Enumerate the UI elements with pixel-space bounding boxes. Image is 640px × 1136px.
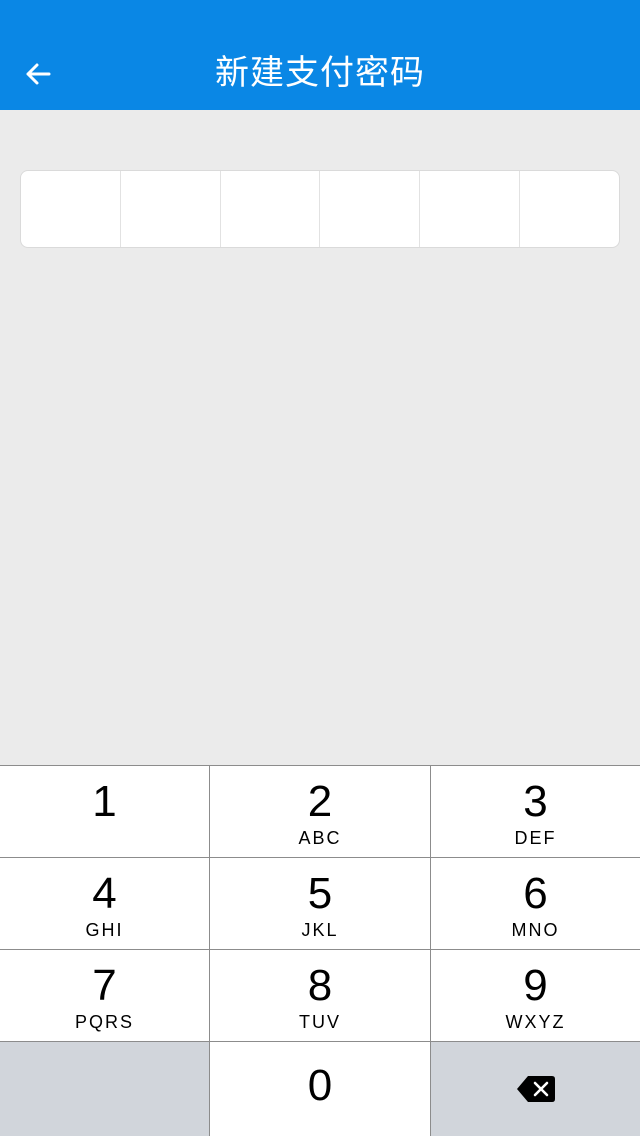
- pin-cell: [520, 171, 619, 247]
- pin-cell: [221, 171, 321, 247]
- empty-key: [0, 1042, 209, 1136]
- key-letters: ABC: [298, 828, 342, 848]
- pin-input[interactable]: [20, 170, 620, 248]
- key-0[interactable]: 0: [210, 1042, 430, 1136]
- key-5[interactable]: 5 JKL: [210, 858, 430, 949]
- key-letters: GHI: [85, 920, 124, 940]
- key-digit: 2: [307, 777, 333, 826]
- pin-cell: [21, 171, 121, 247]
- delete-button[interactable]: [431, 1042, 640, 1136]
- numeric-keypad: 1 2 ABC 3 DEF 4 GHI 5 JKL 6 MNO 7 PQRS 8…: [0, 765, 640, 1136]
- key-letters: TUV: [299, 1012, 341, 1032]
- key-digit: 7: [92, 961, 117, 1010]
- key-8[interactable]: 8 TUV: [210, 950, 430, 1041]
- key-digit: 3: [523, 777, 548, 826]
- key-9[interactable]: 9 WXYZ: [431, 950, 640, 1041]
- key-letters: JKL: [301, 920, 339, 940]
- pin-cell: [420, 171, 521, 247]
- content-area: [0, 110, 640, 765]
- key-digit: 6: [523, 869, 548, 918]
- key-letters: WXYZ: [505, 1012, 566, 1032]
- navigation-bar: 新建支付密码: [0, 0, 640, 110]
- key-digit: 4: [92, 869, 117, 918]
- key-3[interactable]: 3 DEF: [431, 766, 640, 857]
- key-digit: 0: [307, 1061, 333, 1110]
- key-letters: DEF: [514, 828, 557, 848]
- page-title: 新建支付密码: [215, 54, 425, 92]
- key-6[interactable]: 6 MNO: [431, 858, 640, 949]
- key-4[interactable]: 4 GHI: [0, 858, 209, 949]
- key-letters: MNO: [511, 920, 560, 940]
- backspace-icon: [516, 1076, 555, 1102]
- key-1[interactable]: 1: [0, 766, 209, 857]
- key-digit: 9: [523, 961, 548, 1010]
- key-digit: 8: [307, 961, 333, 1010]
- pin-cell: [121, 171, 221, 247]
- key-2[interactable]: 2 ABC: [210, 766, 430, 857]
- pin-cell: [320, 171, 421, 247]
- key-7[interactable]: 7 PQRS: [0, 950, 209, 1041]
- key-letters: PQRS: [74, 1012, 134, 1032]
- key-digit: 1: [92, 777, 117, 826]
- key-digit: 5: [307, 869, 333, 918]
